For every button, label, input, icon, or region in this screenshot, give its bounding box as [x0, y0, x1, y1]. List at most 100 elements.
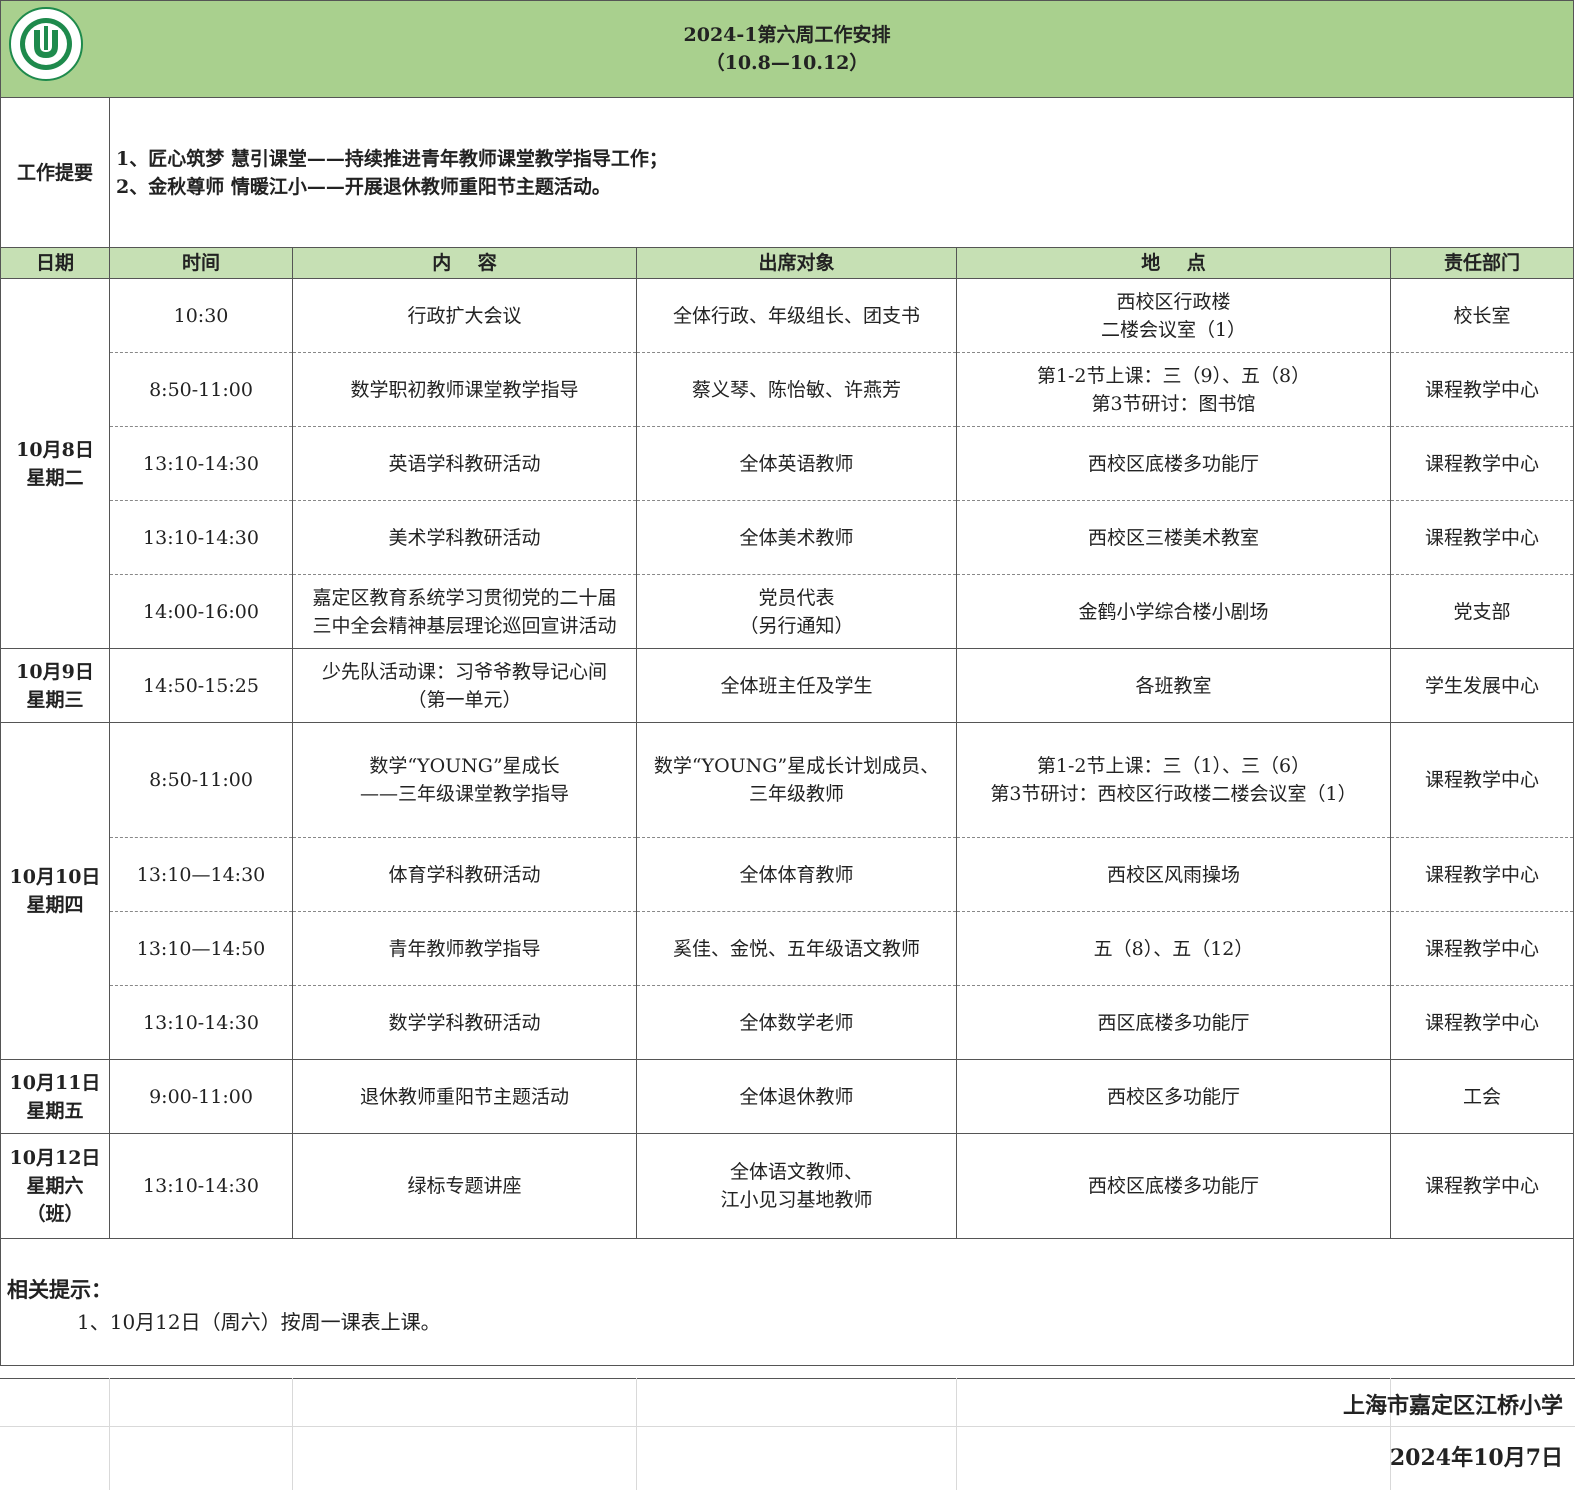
cell-location: 金鹤小学综合楼小剧场	[956, 574, 1391, 649]
cell-time: 13:10-14:30	[109, 985, 293, 1060]
cell-attendees: 奚佳、金悦、五年级语文教师	[636, 911, 957, 986]
summary-item-1: 1、匠心筑梦 慧引课堂——持续推进青年教师课堂教学指导工作；	[116, 147, 668, 170]
weekday-label: 星期三	[26, 688, 84, 711]
date-cell: 10月10日 星期四	[0, 722, 110, 1060]
header-content: 内 容	[292, 247, 637, 279]
table-row: 10月8日 星期二 10:30 行政扩大会议 全体行政、年级组长、团支书 西校区行政楼 二…	[0, 278, 1574, 649]
cell-location: 西校区底楼多功能厅	[956, 426, 1391, 501]
signature-school: 上海市嘉定区江桥小学	[1342, 1393, 1563, 1419]
cell-content: 行政扩大会议	[292, 278, 637, 353]
cell-time: 14:00-16:00	[109, 574, 293, 649]
cell-time: 13:10-14:30	[109, 500, 293, 575]
school-logo-icon	[8, 6, 84, 82]
date-label: 10月12日	[9, 1147, 101, 1169]
date-label: 10月10日	[9, 866, 101, 888]
header-department: 责任部门	[1390, 247, 1574, 279]
cell-content: 体育学科教研活动	[292, 837, 637, 912]
footer-top-border	[0, 1378, 1575, 1379]
date-cell: 10月8日星期二	[0, 278, 110, 649]
footer-grid-line	[636, 1378, 637, 1490]
header-time: 时间	[109, 247, 293, 279]
weekday-label: 星期二	[26, 466, 84, 489]
cell-location: 西校区多功能厅	[956, 1059, 1391, 1134]
cell-attendees: 全体行政、年级组长、团支书	[636, 278, 957, 353]
cell-department: 校长室	[1390, 278, 1574, 353]
cell-location: 西校区三楼美术教室	[956, 500, 1391, 575]
footer-area: 上海市嘉定区江桥小学 2024年10月7日	[0, 1378, 1575, 1490]
cell-content: 数学“YOUNG”星成长 ——三年级课堂教学指导	[292, 722, 637, 838]
cell-time: 14:50-15:25	[109, 648, 293, 723]
table-row: 14:00-16:00 嘉定区教育系统学习贯彻党的二十届 三中全会精神基层理论巡回…	[1, 574, 1574, 649]
date-cell: 10月11日 星期五	[0, 1059, 110, 1134]
cell-department: 课程教学中心	[1390, 426, 1574, 501]
cell-content: 数学职初教师课堂教学指导	[292, 352, 637, 427]
title-cell: 2024-1第六周工作安排 （10.8—10.12）	[0, 0, 1574, 98]
cell-location: 各班教室	[956, 648, 1391, 723]
cell-content: 英语学科教研活动	[292, 426, 637, 501]
cell-content: 嘉定区教育系统学习贯彻党的二十届 三中全会精神基层理论巡回宣讲活动	[292, 574, 637, 649]
cell-location: 西校区行政楼 二楼会议室（1）	[956, 278, 1391, 353]
summary-row: 工作提要 1、匠心筑梦 慧引课堂——持续推进青年教师课堂教学指导工作； 2、金秋…	[0, 97, 1574, 248]
table-row: 8:50-11:00 数学职初教师课堂教学指导 蔡义琴、陈怡敏、许燕芳 第1-2节上课…	[1, 352, 1574, 427]
table-row: 13:10—14:30 体育学科教研活动 全体体育教师 西校区风雨操场 课程教学中心	[1, 837, 1574, 912]
cell-attendees: 全体美术教师	[636, 500, 957, 575]
header-location: 地 点	[956, 247, 1391, 279]
cell-location: 第1-2节上课：三（1）、三（6） 第3节研讨：西校区行政楼二楼会议室（1）	[956, 722, 1391, 838]
cell-location: 西校区风雨操场	[956, 837, 1391, 912]
schedule-table: 2024-1第六周工作安排 （10.8—10.12） 工作提要 1、匠心筑梦 慧…	[0, 0, 1574, 1366]
cell-time: 8:50-11:00	[109, 352, 293, 427]
school-logo-graphic	[9, 7, 83, 81]
cell-attendees: 全体数学老师	[636, 985, 957, 1060]
cell-time: 9:00-11:00	[109, 1059, 293, 1134]
cell-attendees: 全体班主任及学生	[636, 648, 957, 723]
page-title: 2024-1第六周工作安排	[683, 24, 891, 46]
cell-department: 学生发展中心	[1390, 648, 1574, 723]
cell-attendees: 数学“YOUNG”星成长计划成员、 三年级教师	[636, 722, 957, 838]
table-row: 13:10-14:30 英语学科教研活动 全体英语教师 西校区底楼多功能厅 课程教学中心	[1, 426, 1574, 501]
cell-content: 退休教师重阳节主题活动	[292, 1059, 637, 1134]
tips-title: 相关提示：	[7, 1277, 112, 1302]
cell-time: 13:10—14:30	[109, 837, 293, 912]
summary-item-2: 2、金秋尊师 情暖江小——开展退休教师重阳节主题活动。	[116, 175, 611, 198]
schedule-sheet: 2024-1第六周工作安排 （10.8—10.12） 工作提要 1、匠心筑梦 慧…	[0, 0, 1575, 1490]
cell-department: 课程教学中心	[1390, 837, 1574, 912]
cell-department: 课程教学中心	[1390, 911, 1574, 986]
page-subtitle: （10.8—10.12）	[705, 52, 869, 74]
tips-cell: 相关提示： 1、10月12日（周六）按周一课表上课。	[0, 1238, 1574, 1366]
table-row: 10月9日 星期三 14:50-15:25 少先队活动课：习爷爷教导记心间 （第一单元…	[0, 648, 1574, 723]
tips-row: 相关提示： 1、10月12日（周六）按周一课表上课。	[0, 1238, 1574, 1366]
weekday-label: 星期五	[26, 1099, 84, 1122]
cell-time: 13:10—14:50	[109, 911, 293, 986]
date-cell: 10月12日 星期六 （班）	[0, 1133, 110, 1239]
title-row: 2024-1第六周工作安排 （10.8—10.12）	[0, 0, 1574, 98]
cell-department: 课程教学中心	[1390, 1133, 1574, 1239]
footer-grid-line	[292, 1378, 293, 1490]
cell-department: 党支部	[1390, 574, 1574, 649]
cell-time: 10:30	[109, 278, 293, 353]
cell-location: 西校区底楼多功能厅	[956, 1133, 1391, 1239]
cell-department: 课程教学中心	[1390, 500, 1574, 575]
date-label: 10月11日	[9, 1071, 101, 1094]
cell-department: 工会	[1390, 1059, 1574, 1134]
cell-department: 课程教学中心	[1390, 985, 1574, 1060]
cell-location: 第1-2节上课：三（9）、五（8） 第3节研讨：图书馆	[956, 352, 1391, 427]
cell-location: 五（8）、五（12）	[956, 911, 1391, 986]
date-cell: 10月9日星期三	[0, 648, 110, 723]
date-label: 10月8日	[16, 438, 94, 461]
cell-content: 青年教师教学指导	[292, 911, 637, 986]
cell-attendees: 党员代表 （另行通知）	[636, 574, 957, 649]
cell-content: 数学学科教研活动	[292, 985, 637, 1060]
cell-content: 绿标专题讲座	[292, 1133, 637, 1239]
date-label: 10月9日	[16, 660, 94, 683]
cell-attendees: 全体英语教师	[636, 426, 957, 501]
cell-time: 8:50-11:00	[109, 722, 293, 838]
cell-time: 13:10-14:30	[109, 1133, 293, 1239]
cell-location: 西区底楼多功能厅	[956, 985, 1391, 1060]
cell-content: 美术学科教研活动	[292, 500, 637, 575]
cell-time: 13:10-14:30	[109, 426, 293, 501]
tips-item: 1、10月12日（周六）按周一课表上课。	[77, 1310, 441, 1334]
table-row: 10月12日 星期六 （班） 13:10-14:30 绿标专题讲座 全体语文教师、 江小见…	[0, 1133, 1574, 1239]
table-header-row: 日期 时间 内 容 出席对象 地 点 责任部门	[0, 247, 1574, 279]
table-row: 13:10—14:50 青年教师教学指导 奚佳、金悦、五年级语文教师 五（8）、五（1…	[1, 911, 1574, 986]
cell-attendees: 全体体育教师	[636, 837, 957, 912]
